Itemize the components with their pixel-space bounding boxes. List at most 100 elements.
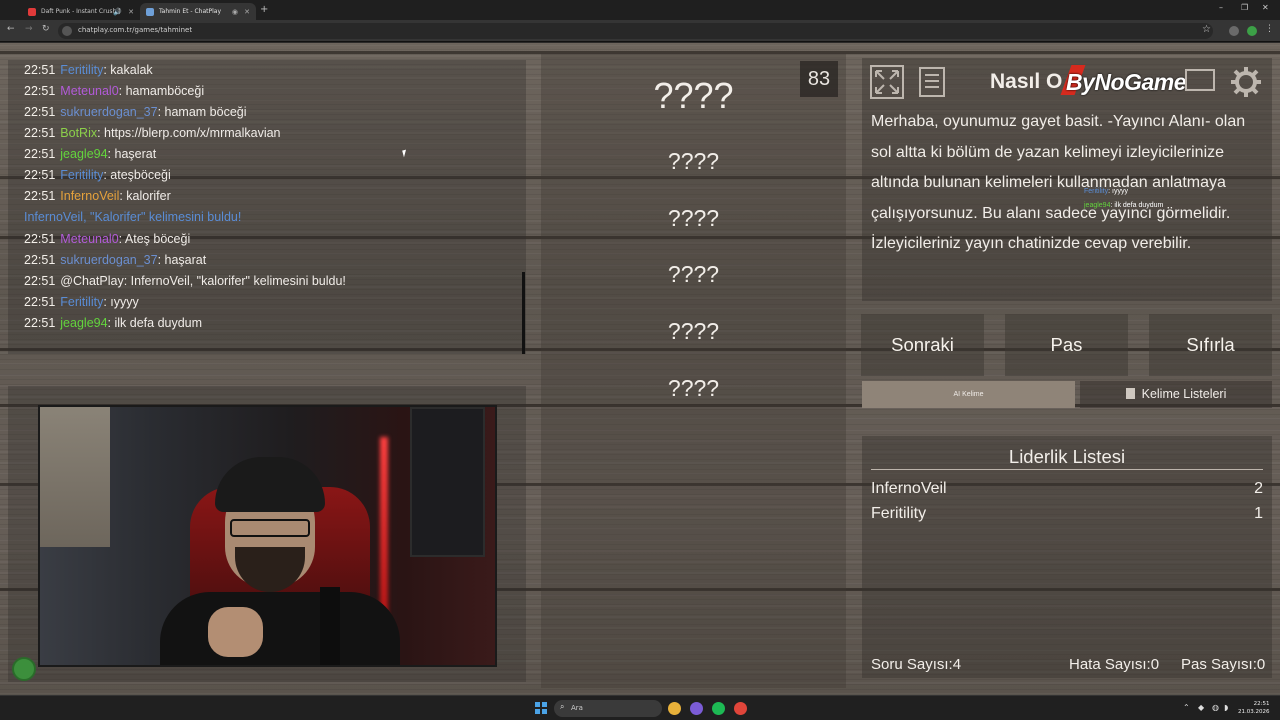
error-count: Hata Sayısı:0 [1069, 656, 1160, 673]
speaker-icon[interactable]: 🔊 [113, 8, 122, 16]
url-text: chatplay.com.tr/games/tahminet [78, 26, 193, 34]
search-icon: ⌕ [560, 702, 565, 711]
maximize-icon[interactable]: ❐ [1241, 3, 1248, 12]
clock-time: 22:51 [1253, 701, 1270, 707]
reset-button[interactable]: Sıfırla [1149, 314, 1272, 376]
tab-ai-word[interactable]: AI Kelime [862, 381, 1075, 408]
fullscreen-icon[interactable] [870, 65, 904, 99]
extension-icon[interactable] [1229, 26, 1239, 36]
chat-message: 22:51 Feritility: kakalak [24, 63, 153, 77]
pass-count: Pas Sayısı:0 [1181, 656, 1266, 673]
words-panel: ???? ???? ???? ???? ???? ???? [541, 53, 846, 688]
menu-dots-icon[interactable]: ⋮ [1265, 24, 1275, 34]
new-tab-icon[interactable]: + [260, 4, 268, 15]
chat-message: 22:51 InfernoVeil: kalorifer [24, 189, 171, 203]
screen-icon[interactable] [1183, 65, 1217, 99]
streamer-body [160, 592, 400, 665]
tab-title: Daft Punk - Instant Crush ( [41, 8, 121, 15]
list-icon [1125, 388, 1135, 399]
taskbar-search[interactable]: ⌕ Ara [554, 700, 662, 717]
chat-message: 22:51 sukruerdogan_37: haşarat [24, 253, 207, 267]
leaderboard-panel [862, 436, 1272, 678]
overlay-chat-message: Feritility: ıyyyy [1084, 188, 1128, 195]
wifi-icon[interactable]: ◍ [1212, 703, 1219, 712]
address-bar-row: ← → ↻ chatplay.com.tr/games/tahminet ☆ [0, 20, 1280, 42]
windows-start-icon[interactable] [535, 702, 547, 714]
tab-title: Tahmin Et - ChatPlay [159, 8, 222, 15]
reload-icon[interactable]: ↻ [42, 24, 50, 34]
record-icon[interactable]: ◉ [232, 8, 238, 16]
chat-message: 22:51 jeagle94: ilk defa duydum [24, 316, 203, 330]
hidden-word: ???? [667, 375, 720, 401]
how-to-description: Merhaba, oyunumuz gayet basit. -Yayıncı … [871, 113, 1246, 252]
tab-word-lists-label: Kelime Listeleri [1141, 387, 1227, 401]
chrome-app-icon[interactable] [668, 702, 681, 715]
url-field[interactable]: chatplay.com.tr/games/tahminet ☆ [58, 23, 1213, 39]
browser-tab-bar: Daft Punk - Instant Crush ( 🔊 ✕ Tahmin E… [0, 0, 1280, 20]
close-window-icon[interactable]: ✕ [1262, 3, 1269, 12]
forward-icon[interactable]: → [25, 24, 33, 34]
clock-date: 21.03.2026 [1238, 709, 1270, 715]
hidden-word: ???? [667, 148, 720, 174]
chat-message: 22:51 Feritility: ıyyyy [24, 295, 139, 309]
chat-message: 22:51 sukruerdogan_37: hamam böceği [24, 105, 247, 119]
volume-icon[interactable]: ◗ [1224, 703, 1228, 712]
streamer-glasses [230, 519, 310, 537]
streamer-cap [215, 457, 325, 512]
overlay-chat-message: jeagle94: ilk defa duydum [1084, 202, 1164, 209]
chat-message: 22:51 Feritility: ateşböceği [24, 168, 171, 182]
hidden-word: ???? [667, 261, 720, 287]
app-icon[interactable] [734, 702, 747, 715]
tab-daft-punk[interactable]: Daft Punk - Instant Crush ( 🔊 ✕ [22, 3, 140, 20]
tray-icon[interactable]: ◆ [1198, 703, 1204, 712]
player-name: InfernoVeil [871, 480, 947, 497]
youtube-icon [28, 7, 36, 16]
green-status-icon[interactable] [12, 657, 36, 681]
tab-word-lists[interactable]: Kelime Listeleri [1080, 381, 1272, 408]
chat-system-message: InfernoVeil, "Kalorifer" kelimesini buld… [24, 210, 242, 224]
leaderboard-divider [871, 469, 1263, 470]
game-page: 22:51 Feritility: kakalak 22:51 Meteunal0:… [0, 43, 1280, 695]
hidden-word: ???? [667, 318, 720, 344]
bynogame-logo: ByNoGame [1066, 69, 1186, 95]
player-name: Feritility [871, 505, 927, 522]
back-icon[interactable]: ← [7, 24, 15, 34]
background-shelf [410, 407, 485, 557]
microphone [320, 587, 340, 665]
close-tab-icon[interactable]: ✕ [128, 8, 134, 16]
taskbar-clock[interactable]: 22:51 21.03.2026 [1238, 700, 1270, 716]
chat-message: 22:51 jeagle94: haşerat [24, 147, 157, 161]
site-info-icon[interactable] [62, 26, 72, 36]
question-count: Soru Sayısı:4 [871, 656, 962, 673]
chat-scrollbar[interactable] [522, 272, 525, 354]
app-icon[interactable] [690, 702, 703, 715]
bookmark-star-icon[interactable]: ☆ [1202, 24, 1211, 35]
hidden-word: ???? [667, 205, 720, 231]
background-window [40, 407, 110, 547]
tray-chevron-icon[interactable]: ⌃ [1183, 703, 1190, 712]
chatplay-icon [146, 7, 154, 16]
chat-message: 22:51 @ChatPlay: InfernoVeil, "kalorifer"… [24, 274, 346, 288]
chat-message: 22:51 BotRix: https://blerp.com/x/mrmalka… [24, 126, 281, 140]
chat-message: 22:51 Meteunal0: hamamböceği [24, 84, 205, 98]
minimize-icon[interactable]: – [1219, 3, 1223, 12]
leaderboard-row: Feritility 1 [871, 505, 1263, 523]
streamer-hand [208, 607, 263, 657]
chat-panel[interactable]: 22:51 Feritility: kakalak 22:51 Meteunal0:… [8, 60, 526, 354]
countdown-timer: 83 [800, 61, 838, 97]
close-tab-icon[interactable]: ✕ [244, 8, 250, 16]
how-to-title: Nasıl O [990, 70, 1063, 93]
chat-message: 22:51 Meteunal0: Ateş böceği [24, 232, 191, 246]
spotify-app-icon[interactable] [712, 702, 725, 715]
player-score: 1 [1254, 505, 1263, 522]
gear-icon[interactable] [1229, 65, 1263, 99]
search-placeholder: Ara [571, 704, 583, 712]
profile-avatar[interactable] [1247, 26, 1257, 36]
document-icon[interactable] [915, 65, 949, 99]
tab-tahmin-et[interactable]: Tahmin Et - ChatPlay ◉ ✕ [140, 3, 256, 20]
next-button[interactable]: Sonraki [861, 314, 984, 376]
tab-ai-word-label: AI Kelime [953, 391, 984, 398]
pass-button[interactable]: Pas [1005, 314, 1128, 376]
leaderboard-row: InfernoVeil 2 [871, 480, 1263, 498]
player-score: 2 [1254, 480, 1263, 497]
